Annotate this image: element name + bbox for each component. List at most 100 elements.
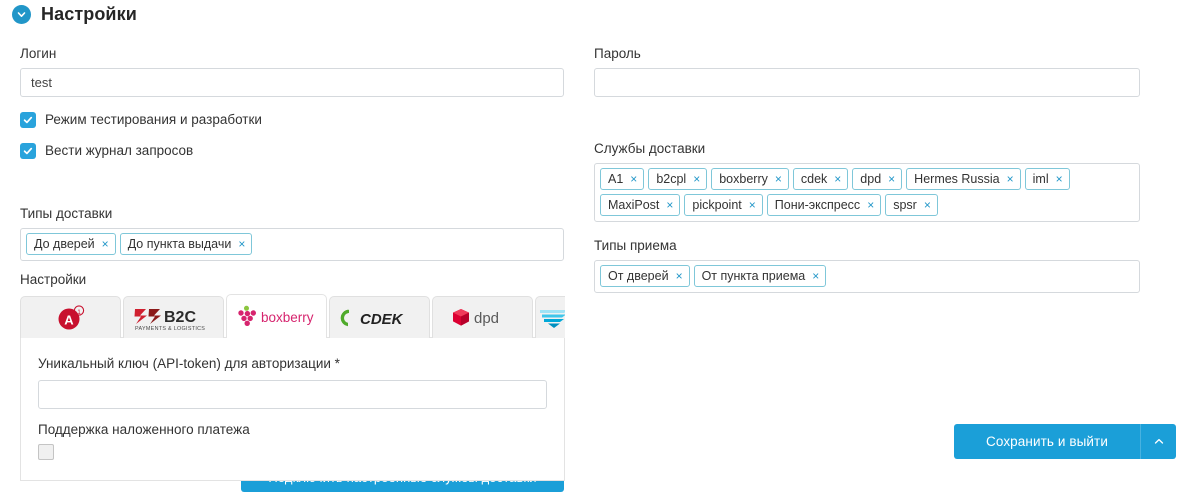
tag-item[interactable]: Hermes Russia ×	[906, 168, 1021, 190]
tag-label: iml	[1032, 172, 1049, 186]
tag-item[interactable]: spsr ×	[885, 194, 938, 216]
dpd-logo-icon: dpd	[451, 306, 515, 330]
svg-text:B2C: B2C	[164, 309, 196, 326]
tab-hermes[interactable]	[535, 296, 565, 338]
tag-label: До дверей	[34, 237, 95, 251]
tag-label: От пункта приема	[701, 269, 806, 283]
settings-page: Настройки Логин Режим тестирования и раз…	[0, 0, 1190, 501]
tag-item[interactable]: От дверей ×	[600, 265, 690, 287]
svg-text:CDEK: CDEK	[360, 311, 404, 328]
svg-text:PAYMENTS & LOGISTICS: PAYMENTS & LOGISTICS	[135, 326, 205, 332]
tag-item[interactable]: Пони-экспресс ×	[766, 194, 882, 216]
tag-remove-icon[interactable]: ×	[749, 199, 756, 211]
cod-support-label: Поддержка наложенного платежа	[38, 422, 250, 437]
checkbox-checked-icon[interactable]	[20, 112, 36, 128]
tag-item[interactable]: b2cpl ×	[648, 168, 708, 190]
tag-label: Hermes Russia	[914, 172, 1000, 186]
tab-b2c[interactable]: B2C PAYMENTS & LOGISTICS	[123, 296, 224, 338]
tag-label: A1	[608, 172, 624, 186]
b2c-logo-icon: B2C PAYMENTS & LOGISTICS	[133, 304, 215, 332]
tab-boxberry[interactable]: boxberry	[226, 294, 327, 338]
svg-text:dpd: dpd	[474, 310, 499, 327]
tag-label: pickpoint	[692, 198, 742, 212]
login-input[interactable]	[20, 68, 564, 97]
cdek-logo-icon: CDEK	[339, 307, 421, 329]
page-title: Настройки	[41, 4, 137, 24]
tag-remove-icon[interactable]: ×	[775, 173, 782, 185]
tag-label: До пункта выдачи	[127, 237, 232, 251]
tag-label: От дверей	[608, 269, 669, 283]
password-field-block: Пароль	[594, 46, 1140, 97]
tab-a1[interactable]: A 1	[20, 296, 121, 338]
api-token-label: Уникальный ключ (API-token) для авториза…	[38, 356, 340, 371]
api-token-input[interactable]	[38, 380, 547, 409]
tag-item[interactable]: pickpoint ×	[684, 194, 763, 216]
tag-label: b2cpl	[656, 172, 687, 186]
boxberry-logo-icon: boxberry	[233, 305, 321, 329]
password-label: Пароль	[594, 46, 641, 61]
tab-panel-boxberry: Уникальный ключ (API-token) для авториза…	[20, 337, 565, 481]
checkbox-test-mode[interactable]: Режим тестирования и разработки	[20, 112, 564, 128]
left-column: Логин Режим тестирования и разработки Ве…	[20, 46, 564, 261]
svg-text:A: A	[64, 312, 74, 327]
checkbox-request-log[interactable]: Вести журнал запросов	[20, 143, 564, 159]
section-header: Настройки	[12, 4, 137, 25]
delivery-types-block: Типы доставки До дверей × До пункта выдачи…	[20, 206, 564, 261]
tag-label: dpd	[860, 172, 882, 186]
tag-remove-icon[interactable]: ×	[834, 173, 841, 185]
tag-item[interactable]: boxberry ×	[711, 168, 789, 190]
delivery-types-label: Типы доставки	[20, 206, 113, 221]
tag-item[interactable]: От пункта приема ×	[693, 265, 827, 287]
login-field-block: Логин	[20, 46, 564, 97]
pickup-types-label: Типы приема	[594, 238, 677, 253]
delivery-types-tagbox[interactable]: До дверей × До пункта выдачи ×	[20, 228, 564, 261]
tag-item[interactable]: До дверей ×	[26, 233, 116, 255]
tag-item[interactable]: До пункта выдачи ×	[119, 233, 253, 255]
tabstrip-clip: A 1 B2C PAYMENTS & LOGISTICS boxberry CD…	[20, 294, 565, 338]
tag-remove-icon[interactable]: ×	[867, 199, 874, 211]
tag-item[interactable]: A1 ×	[600, 168, 645, 190]
a1-logo-icon: A 1	[56, 304, 86, 331]
tag-remove-icon[interactable]: ×	[676, 270, 683, 282]
tag-item[interactable]: iml ×	[1024, 168, 1070, 190]
caret-up-icon[interactable]	[1140, 424, 1176, 459]
tag-item[interactable]: cdek ×	[792, 168, 849, 190]
tag-remove-icon[interactable]: ×	[1056, 173, 1063, 185]
delivery-services-tagbox[interactable]: A1 × b2cpl × boxberry × cdek × dpd × Hermes Russia…	[594, 163, 1140, 222]
tag-label: spsr	[893, 198, 917, 212]
delivery-services-block: Службы доставки A1 × b2cpl × boxberry × cdek × d…	[594, 141, 1140, 222]
tag-label: boxberry	[719, 172, 768, 186]
password-input[interactable]	[594, 68, 1140, 97]
tag-remove-icon[interactable]: ×	[630, 173, 637, 185]
tag-label: MaxiPost	[608, 198, 660, 212]
right-column: Пароль Службы доставки A1 × b2cpl × boxberry…	[594, 46, 1140, 293]
save-and-exit-button[interactable]: Сохранить и выйти	[954, 424, 1140, 459]
tag-remove-icon[interactable]: ×	[666, 199, 673, 211]
tabstrip: A 1 B2C PAYMENTS & LOGISTICS boxberry CD…	[20, 294, 565, 338]
tag-remove-icon[interactable]: ×	[238, 238, 245, 250]
tag-item[interactable]: dpd ×	[852, 168, 903, 190]
tag-remove-icon[interactable]: ×	[924, 199, 931, 211]
tag-item[interactable]: MaxiPost ×	[600, 194, 681, 216]
tag-label: cdek	[800, 172, 828, 186]
settings-panel-label: Настройки	[20, 272, 87, 287]
delivery-services-label: Службы доставки	[594, 141, 706, 156]
svg-text:boxberry: boxberry	[261, 310, 314, 325]
tab-cdek[interactable]: CDEK	[329, 296, 430, 338]
cod-support-checkbox[interactable]	[38, 444, 54, 460]
tab-dpd[interactable]: dpd	[432, 296, 533, 338]
checkbox-checked-icon[interactable]	[20, 143, 36, 159]
settings-tabs-section: Настройки A 1 B2C PAYMENTS & LOGISTICS b…	[20, 272, 565, 481]
pickup-types-tagbox[interactable]: От дверей × От пункта приема ×	[594, 260, 1140, 293]
tag-remove-icon[interactable]: ×	[693, 173, 700, 185]
login-label: Логин	[20, 46, 57, 61]
tag-remove-icon[interactable]: ×	[102, 238, 109, 250]
tag-remove-icon[interactable]: ×	[1007, 173, 1014, 185]
save-button-group: Сохранить и выйти	[954, 424, 1176, 459]
checkbox-request-log-label: Вести журнал запросов	[45, 143, 194, 158]
hermes-logo-icon	[538, 305, 565, 331]
tag-remove-icon[interactable]: ×	[812, 270, 819, 282]
chevron-down-circle-icon[interactable]	[12, 5, 31, 24]
tag-remove-icon[interactable]: ×	[888, 173, 895, 185]
tag-label: Пони-экспресс	[774, 198, 861, 212]
